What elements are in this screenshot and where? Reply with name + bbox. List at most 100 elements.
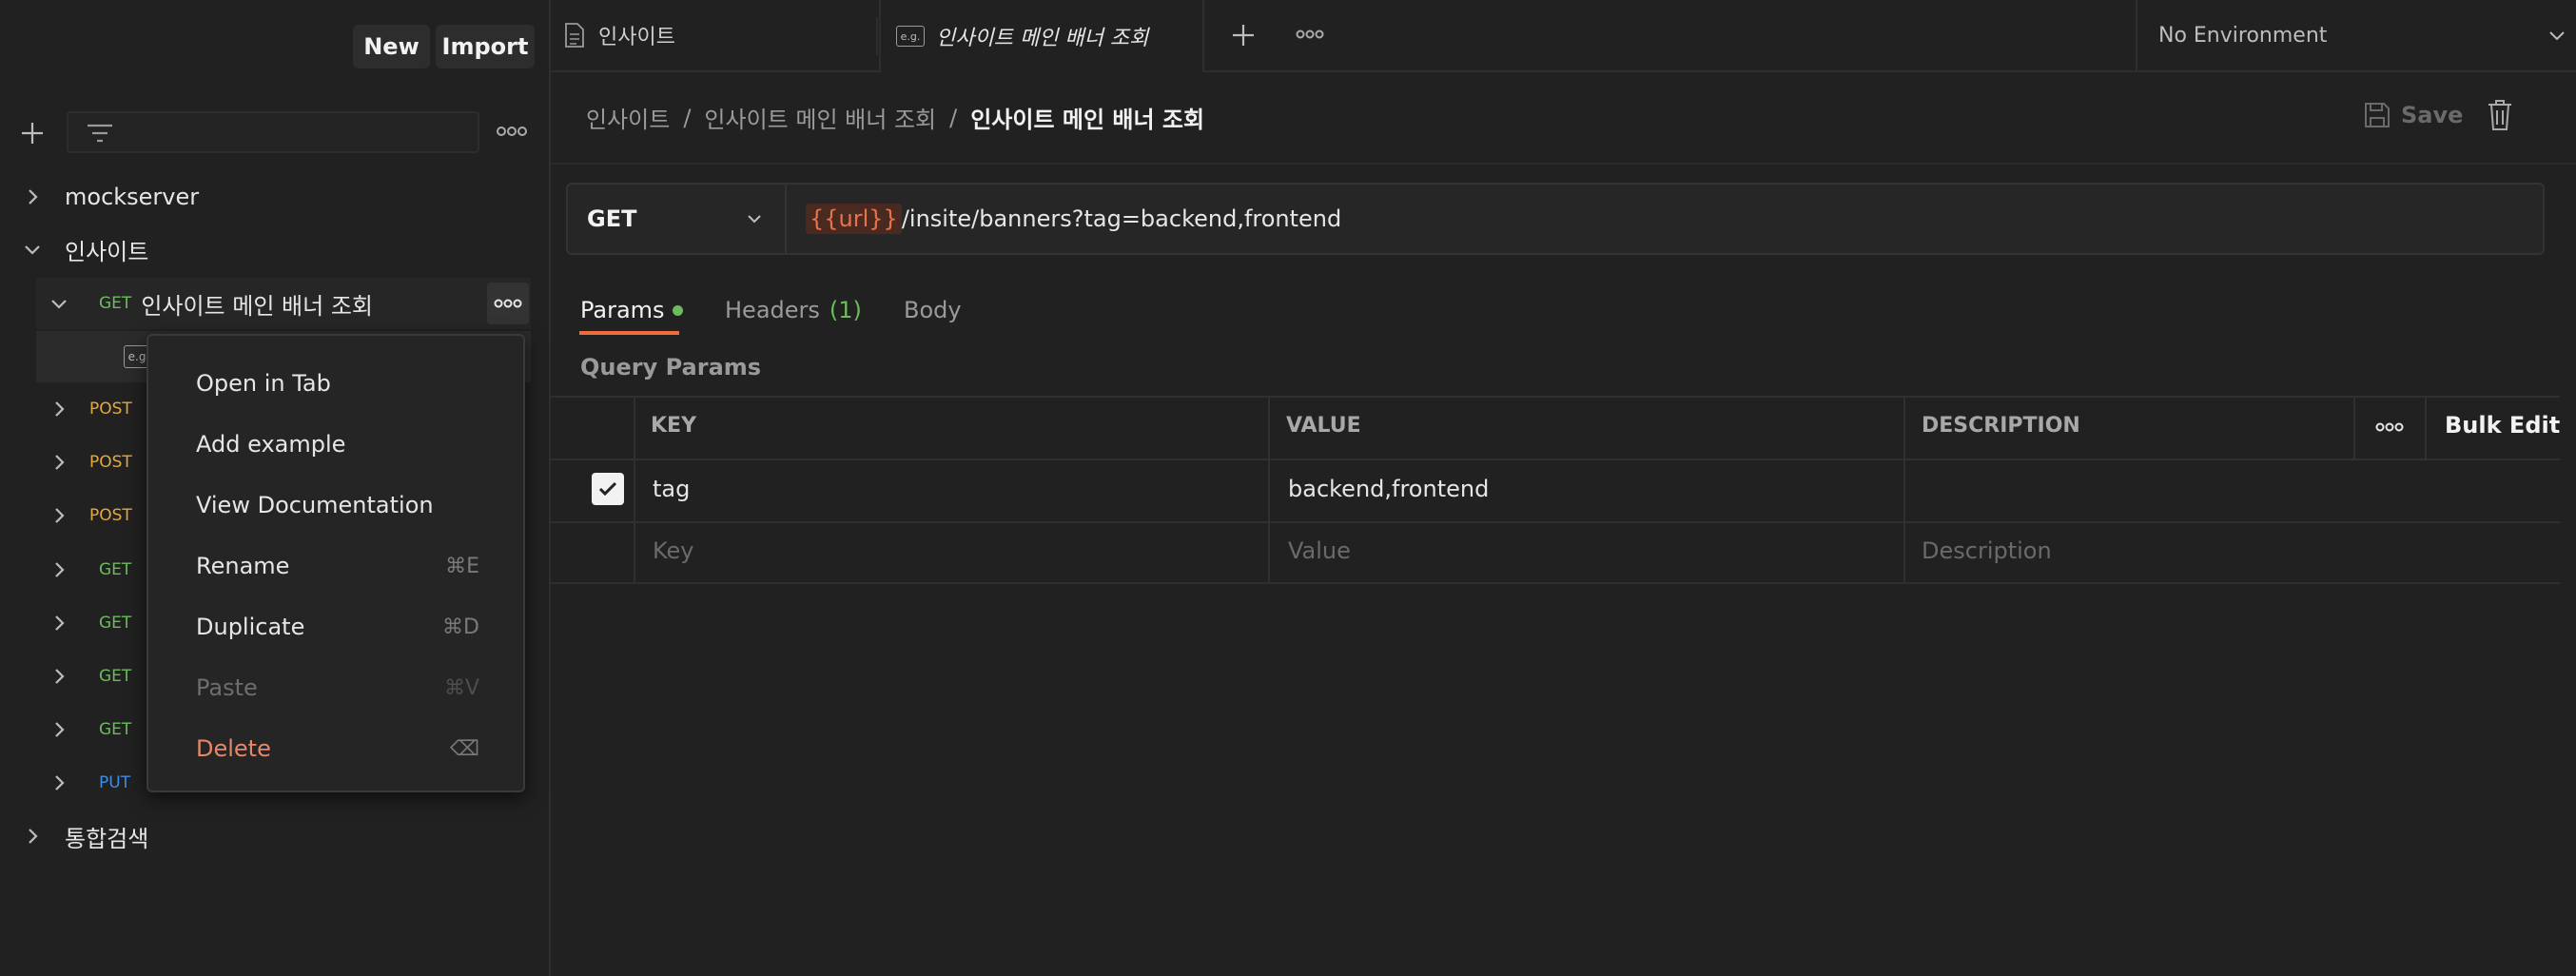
method-badge: POST [89, 400, 132, 419]
param-value-cell[interactable]: backend,frontend [1288, 476, 1489, 502]
columns-more-icon[interactable] [2375, 420, 2404, 434]
save-button[interactable]: Save [2363, 101, 2463, 129]
menu-item-paste: Paste ⌘V [196, 662, 479, 713]
param-key-cell[interactable]: tag [653, 476, 690, 502]
breadcrumb-item[interactable]: 인사이트 메인 배너 조회 [704, 101, 936, 134]
method-badge: POST [89, 453, 132, 472]
method-badge: GET [99, 667, 132, 686]
example-badge-icon: e.g. [896, 26, 925, 47]
method-badge: GET [99, 560, 132, 579]
column-header-value: VALUE [1286, 414, 1361, 438]
add-collection-icon[interactable] [19, 120, 46, 146]
menu-item-delete[interactable]: Delete ⌫ [196, 723, 479, 774]
url-variable: {{url}} [806, 204, 902, 234]
breadcrumb-separator: / [949, 104, 958, 131]
chevron-down-icon [51, 300, 67, 309]
delete-icon[interactable] [2487, 99, 2513, 131]
environment-label: No Environment [2158, 23, 2328, 48]
chevron-right-icon [29, 829, 38, 844]
menu-item-rename[interactable]: Rename ⌘E [196, 540, 479, 592]
tab-label: 인사이트 [598, 26, 675, 49]
breadcrumb-item[interactable]: 인사이트 [586, 101, 670, 134]
table-col-border [2425, 396, 2427, 460]
tab-bar: 인사이트 e.g. 인사이트 메인 배너 조회 No Environment [551, 0, 2576, 72]
collection-integrated-search[interactable]: 통합검색 [21, 810, 148, 862]
request-more-button[interactable] [487, 283, 529, 324]
menu-item-duplicate[interactable]: Duplicate ⌘D [196, 601, 479, 653]
request-item[interactable]: GET [48, 651, 141, 702]
tab-params[interactable]: Params [580, 285, 683, 335]
filter-input[interactable] [67, 111, 479, 153]
table-col-border [634, 396, 635, 584]
request-item[interactable]: POST [48, 437, 142, 488]
collection-mockserver[interactable]: mockserver [21, 171, 199, 223]
document-icon [565, 23, 584, 48]
params-active-dot [672, 304, 683, 316]
tab-headers[interactable]: Headers (1) [725, 285, 862, 335]
request-item-main-banner[interactable]: GET 인사이트 메인 배너 조회 [48, 278, 373, 329]
tab-insight-collection[interactable]: 인사이트 [564, 0, 888, 70]
method-label: GET [587, 205, 637, 232]
headers-count: (1) [829, 297, 862, 323]
new-tab-icon[interactable] [1230, 22, 1257, 49]
sidebar-more-icon[interactable] [497, 122, 527, 141]
request-item[interactable]: GET [48, 704, 141, 755]
header-divider [551, 163, 2576, 165]
menu-item-label: Duplicate [196, 614, 305, 640]
table-border [551, 521, 2560, 523]
import-button[interactable]: Import [436, 25, 535, 68]
table-border [551, 396, 2560, 398]
request-item[interactable]: PUT [48, 757, 140, 809]
table-col-border [2353, 396, 2355, 460]
new-param-key-input[interactable]: Key [653, 537, 694, 564]
chevron-down-icon [748, 215, 761, 224]
param-enabled-checkbox[interactable] [592, 473, 624, 505]
new-param-description-input[interactable]: Description [1922, 537, 2052, 564]
page-title[interactable]: 인사이트 메인 배너 조회 [970, 101, 1204, 134]
request-item[interactable]: POST [48, 490, 142, 541]
active-tab-underline [579, 331, 679, 335]
env-divider [2136, 0, 2137, 70]
table-border [551, 582, 2560, 584]
tab-label: Headers [725, 297, 820, 323]
environment-select[interactable]: No Environment [2158, 0, 2567, 70]
filter-icon [86, 122, 114, 145]
save-icon [2365, 103, 2390, 127]
chevron-right-icon [55, 508, 65, 523]
bulk-edit-button[interactable]: Bulk Edit [2445, 412, 2560, 439]
menu-item-label: Paste [196, 674, 258, 701]
context-menu: Open in Tab Add example View Documentati… [146, 334, 525, 792]
request-label: 인사이트 메인 배너 조회 [141, 292, 373, 320]
method-badge: POST [89, 506, 132, 525]
shortcut-label: ⌘V [443, 675, 479, 700]
menu-item-open-in-tab[interactable]: Open in Tab [196, 358, 479, 409]
collection-insight[interactable]: 인사이트 [21, 224, 148, 275]
more-icon [494, 299, 522, 308]
collection-label: 통합검색 [65, 825, 149, 852]
shortcut-label: ⌫ [449, 736, 479, 761]
chevron-down-icon [25, 245, 40, 255]
tab-divider [876, 17, 878, 55]
chevron-right-icon [55, 562, 65, 577]
method-badge: PUT [99, 773, 131, 792]
method-select[interactable]: GET [568, 185, 787, 253]
menu-item-add-example[interactable]: Add example [196, 419, 479, 470]
url-path: /insite/banners?tag=backend,frontend [901, 205, 1342, 232]
menu-item-label: Add example [196, 431, 346, 458]
new-param-value-input[interactable]: Value [1288, 537, 1351, 564]
url-input[interactable]: {{url}} /insite/banners?tag=backend,fron… [806, 185, 1341, 253]
tabs-more-icon[interactable] [1296, 27, 1324, 42]
table-col-border [1903, 396, 1905, 584]
request-item[interactable]: POST [48, 383, 142, 435]
request-item[interactable]: GET [48, 544, 141, 595]
chevron-right-icon [55, 669, 65, 684]
request-item[interactable]: GET [48, 597, 141, 649]
menu-item-label: Delete [196, 735, 271, 762]
menu-item-view-documentation[interactable]: View Documentation [196, 479, 479, 531]
chevron-right-icon [55, 775, 65, 791]
tab-body[interactable]: Body [904, 285, 962, 335]
tab-main-banner[interactable]: e.g. 인사이트 메인 배너 조회 [879, 0, 1204, 72]
collection-label: mockserver [65, 184, 200, 210]
new-button[interactable]: New [353, 25, 430, 68]
tab-label: Body [904, 297, 962, 323]
